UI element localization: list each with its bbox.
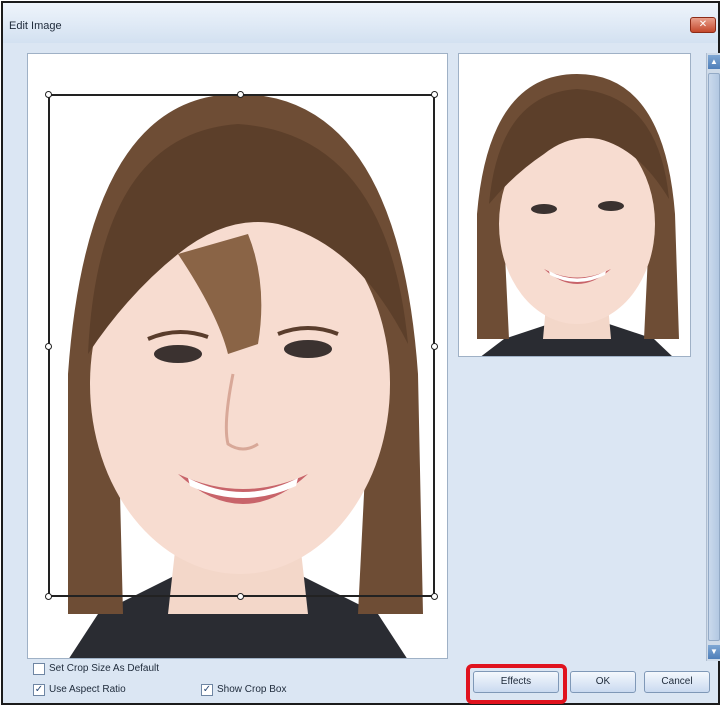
- crop-handle-left[interactable]: [45, 343, 52, 350]
- use-aspect-ratio-label: Use Aspect Ratio: [49, 684, 126, 695]
- set-crop-default-option[interactable]: Set Crop Size As Default: [33, 663, 233, 677]
- crop-handle-top-left[interactable]: [45, 91, 52, 98]
- use-aspect-ratio-option[interactable]: ✓ Use Aspect Ratio: [33, 684, 173, 698]
- set-crop-default-label: Set Crop Size As Default: [49, 663, 160, 674]
- window-title: Edit Image: [9, 20, 62, 32]
- crop-handle-bottom[interactable]: [237, 593, 244, 600]
- scroll-thumb[interactable]: [708, 73, 720, 641]
- crop-box[interactable]: [45, 91, 438, 600]
- preview-panel: [458, 53, 691, 357]
- close-icon[interactable]: ✕: [690, 17, 716, 33]
- scroll-up-icon[interactable]: ▲: [708, 55, 720, 69]
- scroll-down-icon[interactable]: ▼: [708, 645, 720, 659]
- show-crop-box-checkbox[interactable]: ✓: [201, 684, 213, 696]
- vertical-scrollbar[interactable]: ▲ ▼: [706, 53, 720, 661]
- effects-highlight-box: [466, 664, 567, 704]
- ok-button[interactable]: OK: [570, 671, 636, 693]
- edit-image-dialog: Edit Image ✕ ▲ ▼ Set Crop Size As Defaul…: [1, 1, 720, 705]
- cancel-button[interactable]: Cancel: [644, 671, 710, 693]
- use-aspect-ratio-checkbox[interactable]: ✓: [33, 684, 45, 696]
- crop-handle-bottom-right[interactable]: [431, 593, 438, 600]
- crop-canvas[interactable]: [27, 53, 448, 659]
- set-crop-default-checkbox[interactable]: [33, 663, 45, 675]
- crop-handle-bottom-left[interactable]: [45, 593, 52, 600]
- crop-handle-top-right[interactable]: [431, 91, 438, 98]
- crop-handle-top[interactable]: [237, 91, 244, 98]
- show-crop-box-option[interactable]: ✓ Show Crop Box: [201, 684, 321, 698]
- crop-handle-right[interactable]: [431, 343, 438, 350]
- show-crop-box-label: Show Crop Box: [217, 684, 287, 695]
- title-bar: Edit Image ✕: [3, 3, 718, 43]
- portrait-preview: [459, 54, 690, 356]
